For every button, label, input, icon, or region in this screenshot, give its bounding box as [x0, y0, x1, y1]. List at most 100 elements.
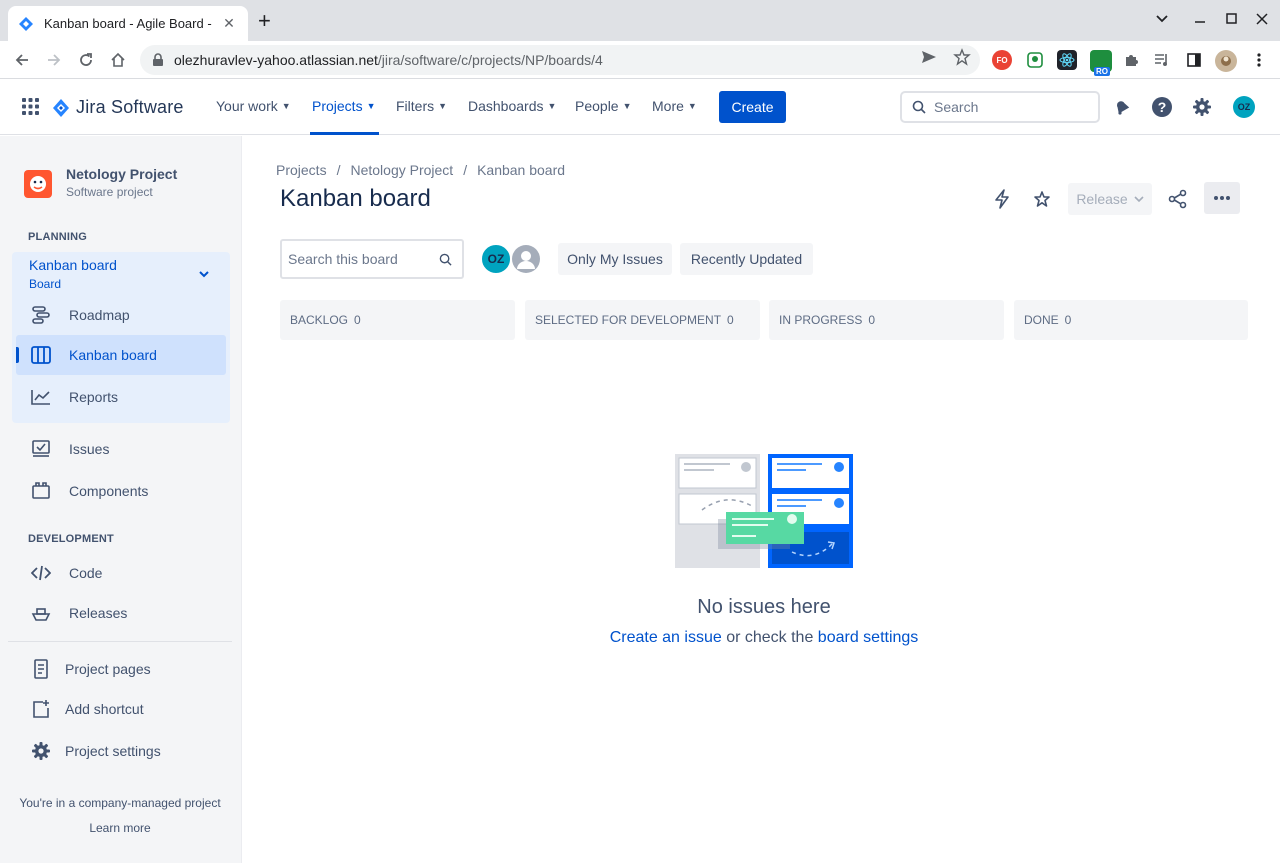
nav-more[interactable]: More ▼ [652, 98, 697, 114]
board-switcher-title[interactable]: Kanban board [29, 257, 117, 273]
nav-projects[interactable]: Projects ▼ [312, 98, 376, 114]
empty-state-text: Create an issue or check the board setti… [609, 629, 919, 646]
components-icon [30, 482, 52, 500]
board-settings-link[interactable]: board settings [818, 629, 919, 646]
side-panel-icon[interactable] [1184, 50, 1204, 70]
search-icon [439, 253, 452, 266]
add-shortcut-icon [30, 699, 52, 719]
settings-gear-icon[interactable] [1191, 96, 1213, 118]
tab-close-icon[interactable]: ✕ [220, 15, 238, 32]
close-window-icon[interactable] [1256, 12, 1268, 29]
issues-icon [30, 440, 52, 458]
chevron-down-icon: ▼ [622, 101, 632, 111]
url-path: /jira/software/c/projects/NP/boards/4 [377, 52, 603, 68]
sidebar-divider [8, 641, 232, 642]
column-in-progress: IN PROGRESS 0 [769, 300, 1004, 340]
more-actions-button[interactable] [1204, 182, 1240, 214]
column-selected-for-development: SELECTED FOR DEVELOPMENT 0 [525, 300, 760, 340]
chevron-down-icon: ▼ [547, 101, 557, 111]
sidebar-item-issues[interactable]: Issues [16, 429, 226, 469]
nav-people[interactable]: People ▼ [575, 98, 632, 114]
browser-menu-icon[interactable] [1249, 50, 1269, 70]
selected-indicator [16, 347, 19, 363]
notifications-icon[interactable] [1111, 96, 1133, 118]
unassigned-avatar-icon[interactable] [510, 243, 542, 275]
new-tab-icon[interactable]: + [258, 10, 271, 32]
profile-avatar-icon[interactable] [1215, 50, 1237, 72]
breadcrumb-project[interactable]: Netology Project [350, 162, 453, 178]
lock-icon[interactable] [152, 53, 164, 67]
tab-search-icon[interactable] [1155, 12, 1169, 29]
create-issue-link[interactable]: Create an issue [610, 629, 722, 646]
learn-more-link[interactable]: Learn more [0, 821, 240, 835]
sidebar-item-add-shortcut[interactable]: Add shortcut [16, 689, 226, 729]
extension-fo-icon[interactable]: FO [992, 50, 1012, 70]
extension-ro-icon[interactable]: RO [1090, 50, 1112, 76]
board-switcher-subtitle: Board [29, 277, 62, 291]
code-icon [30, 564, 52, 582]
nav-your-work[interactable]: Your work ▼ [216, 98, 291, 114]
jira-top-nav: Jira Software Your work ▼ Projects ▼ Filte… [0, 79, 1280, 135]
sidebar-item-project-settings[interactable]: Project settings [16, 731, 226, 771]
user-avatar[interactable]: OZ [1233, 96, 1255, 118]
breadcrumb: Projects / Netology Project / Kanban boa… [276, 162, 566, 178]
media-control-icon[interactable] [1152, 50, 1172, 70]
minimize-icon[interactable] [1194, 12, 1206, 29]
extensions-puzzle-icon[interactable] [1121, 50, 1141, 70]
chevron-down-icon[interactable] [198, 266, 210, 284]
global-search[interactable] [900, 91, 1100, 123]
board-search[interactable] [280, 239, 464, 279]
star-icon[interactable] [1029, 186, 1055, 212]
chevron-down-icon: ▼ [687, 101, 697, 111]
breadcrumb-board[interactable]: Kanban board [477, 162, 565, 178]
home-icon[interactable] [107, 49, 129, 71]
react-devtools-icon[interactable] [1057, 50, 1077, 70]
only-my-issues-filter[interactable]: Only My Issues [558, 243, 672, 275]
sidebar-item-releases[interactable]: Releases [16, 593, 226, 633]
filter-avatar-oz[interactable]: OZ [480, 243, 512, 275]
project-avatar-icon [24, 170, 52, 198]
project-type: Software project [66, 185, 153, 199]
reload-icon[interactable] [75, 49, 97, 71]
svg-text:?: ? [1158, 99, 1167, 115]
extension-puzzle-green-icon[interactable] [1025, 50, 1045, 70]
address-bar[interactable]: olezhuravlev-yahoo.atlassian.net/jira/so… [140, 45, 980, 75]
automation-lightning-icon[interactable] [989, 186, 1015, 212]
nav-dashboards[interactable]: Dashboards ▼ [468, 98, 556, 114]
create-button[interactable]: Create [719, 91, 786, 123]
chevron-down-icon: ▼ [281, 101, 291, 111]
releases-ship-icon [30, 604, 52, 622]
jira-diamond-icon [53, 98, 69, 117]
send-icon[interactable] [920, 48, 938, 71]
project-header[interactable]: Netology Project Software project [24, 166, 177, 199]
app-switcher-icon[interactable] [22, 98, 39, 120]
sidebar-item-code[interactable]: Code [16, 553, 226, 593]
reports-chart-icon [30, 389, 52, 405]
company-managed-note: You're in a company-managed project [19, 796, 221, 810]
bookmark-star-icon[interactable] [953, 48, 971, 71]
maximize-icon[interactable] [1226, 12, 1238, 29]
forward-icon[interactable] [43, 49, 65, 71]
project-name: Netology Project [66, 166, 178, 182]
back-icon[interactable] [11, 49, 33, 71]
sidebar-item-kanban-board[interactable]: Kanban board [16, 335, 226, 375]
sidebar-item-roadmap[interactable]: Roadmap [16, 295, 226, 335]
sidebar-item-components[interactable]: Components [16, 471, 226, 511]
sidebar-item-project-pages[interactable]: Project pages [16, 649, 226, 689]
sidebar-item-reports[interactable]: Reports [16, 377, 226, 417]
chevron-down-icon: ▼ [366, 101, 376, 111]
column-done: DONE 0 [1014, 300, 1248, 340]
release-button[interactable]: Release [1068, 183, 1152, 215]
board-search-input[interactable] [288, 251, 428, 267]
global-search-input[interactable] [934, 99, 1084, 115]
help-icon[interactable]: ? [1151, 96, 1173, 118]
nav-active-indicator [310, 132, 379, 135]
breadcrumb-projects[interactable]: Projects [276, 162, 327, 178]
jira-logo[interactable]: Jira Software [52, 97, 184, 118]
nav-filters[interactable]: Filters ▼ [396, 98, 447, 114]
development-heading: DEVELOPMENT [28, 533, 114, 545]
recently-updated-filter[interactable]: Recently Updated [680, 243, 813, 275]
more-dots-icon [1214, 196, 1230, 200]
browser-tab[interactable]: Kanban board - Agile Board - J ✕ [8, 6, 248, 41]
share-icon[interactable] [1165, 186, 1191, 212]
